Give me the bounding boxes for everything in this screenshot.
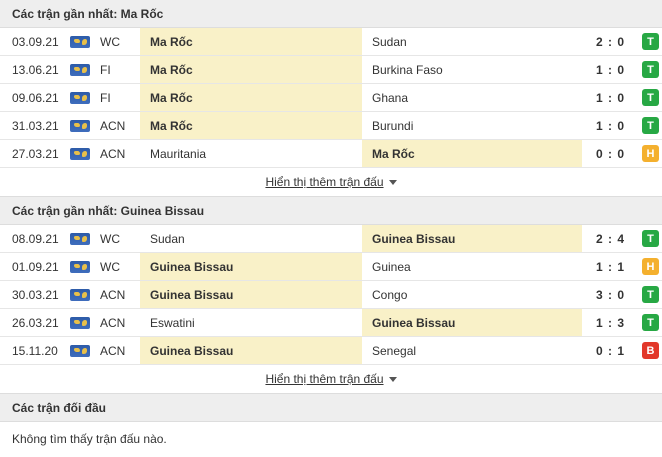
head-to-head-section: Các trận đối đầu Không tìm thấy trận đấu…	[0, 394, 662, 456]
caret-down-icon	[388, 179, 397, 185]
home-team[interactable]: Guinea Bissau	[140, 281, 362, 308]
home-team[interactable]: Ma Rốc	[140, 112, 362, 139]
match-score[interactable]: 1 : 1	[582, 260, 639, 274]
match-score[interactable]: 1 : 0	[582, 63, 639, 77]
competition-code[interactable]: WC	[100, 35, 140, 49]
competition-code[interactable]: FI	[100, 63, 140, 77]
world-flag-icon	[70, 91, 90, 104]
competition-code[interactable]: ACN	[100, 119, 140, 133]
result-badge: T	[642, 61, 659, 78]
away-team[interactable]: Guinea Bissau	[362, 225, 582, 252]
away-team[interactable]: Guinea	[362, 253, 582, 280]
match-date: 03.09.21	[12, 34, 59, 49]
home-team[interactable]: Ma Rốc	[140, 84, 362, 111]
recent-matches-section: Các trận gần nhất: Ma Rốc 03.09.21 WC Ma Rố…	[0, 0, 662, 197]
recent-matches-section: Các trận gần nhất: Guinea Bissau 08.09.21…	[0, 197, 662, 394]
world-flag-icon	[70, 288, 90, 301]
match-date: 13.06.21	[12, 62, 59, 77]
away-team[interactable]: Guinea Bissau	[362, 309, 582, 336]
match-score[interactable]: 1 : 0	[582, 119, 639, 133]
result-badge: T	[642, 230, 659, 247]
match-date: 15.11.20	[12, 343, 58, 358]
away-team[interactable]: Congo	[362, 281, 582, 308]
away-team[interactable]: Burundi	[362, 112, 582, 139]
match-date: 26.03.21	[12, 315, 59, 330]
competition-code[interactable]: ACN	[100, 288, 140, 302]
match-row[interactable]: 30.03.21 ACN Guinea Bissau Congo 3 : 0T	[0, 281, 662, 309]
home-team[interactable]: Ma Rốc	[140, 56, 362, 83]
match-row[interactable]: 01.09.21 WC Guinea Bissau Guinea 1 : 1H	[0, 253, 662, 281]
match-date: 27.03.21	[12, 146, 59, 161]
match-row[interactable]: 26.03.21 ACN Eswatini Guinea Bissau 1 : 3T	[0, 309, 662, 337]
result-badge: H	[642, 145, 659, 162]
competition-code[interactable]: WC	[100, 232, 140, 246]
result-badge: T	[642, 33, 659, 50]
match-score[interactable]: 3 : 0	[582, 288, 639, 302]
result-badge: T	[642, 314, 659, 331]
match-score[interactable]: 1 : 3	[582, 316, 639, 330]
home-team[interactable]: Ma Rốc	[140, 28, 362, 55]
match-row[interactable]: 15.11.20 ACN Guinea Bissau Senegal 0 : 1B	[0, 337, 662, 365]
show-more-label: Hiển thị thêm trận đấu	[265, 372, 384, 386]
match-row[interactable]: 09.06.21 FI Ma Rốc Ghana 1 : 0T	[0, 84, 662, 112]
match-date: 30.03.21	[12, 287, 59, 302]
match-date: 01.09.21	[12, 259, 59, 274]
competition-code[interactable]: FI	[100, 91, 140, 105]
show-more-label: Hiển thị thêm trận đấu	[265, 175, 384, 189]
match-score[interactable]: 2 : 4	[582, 232, 639, 246]
section-title: Các trận gần nhất: Guinea Bissau	[0, 197, 662, 225]
world-flag-icon	[70, 35, 90, 48]
match-date: 31.03.21	[12, 118, 59, 133]
match-date: 08.09.21	[12, 231, 59, 246]
result-badge: T	[642, 89, 659, 106]
world-flag-icon	[70, 147, 90, 160]
show-more-row: Hiển thị thêm trận đấu	[0, 365, 662, 394]
empty-message: Không tìm thấy trận đấu nào.	[12, 432, 167, 446]
world-flag-icon	[70, 63, 90, 76]
recent-matches-sections: Các trận gần nhất: Ma Rốc 03.09.21 WC Ma Rố…	[0, 0, 662, 394]
away-team[interactable]: Burkina Faso	[362, 56, 582, 83]
world-flag-icon	[70, 232, 90, 245]
away-team[interactable]: Sudan	[362, 28, 582, 55]
match-score[interactable]: 1 : 0	[582, 91, 639, 105]
result-badge: H	[642, 258, 659, 275]
result-badge: T	[642, 286, 659, 303]
competition-code[interactable]: ACN	[100, 147, 140, 161]
world-flag-icon	[70, 316, 90, 329]
away-team[interactable]: Senegal	[362, 337, 582, 364]
competition-code[interactable]: ACN	[100, 316, 140, 330]
competition-code[interactable]: WC	[100, 260, 140, 274]
away-team[interactable]: Ma Rốc	[362, 140, 582, 167]
home-team[interactable]: Guinea Bissau	[140, 253, 362, 280]
match-score[interactable]: 0 : 0	[582, 147, 639, 161]
match-score[interactable]: 2 : 0	[582, 35, 639, 49]
home-team[interactable]: Sudan	[140, 225, 362, 252]
result-badge: T	[642, 117, 659, 134]
world-flag-icon	[70, 344, 90, 357]
result-badge: B	[642, 342, 659, 359]
show-more-link[interactable]: Hiển thị thêm trận đấu	[265, 175, 397, 189]
world-flag-icon	[70, 260, 90, 273]
away-team[interactable]: Ghana	[362, 84, 582, 111]
match-date: 09.06.21	[12, 90, 59, 105]
section-title: Các trận gần nhất: Ma Rốc	[0, 0, 662, 28]
section-title-h2h: Các trận đối đầu	[0, 394, 662, 422]
home-team[interactable]: Mauritania	[140, 140, 362, 167]
match-row[interactable]: 31.03.21 ACN Ma Rốc Burundi 1 : 0T	[0, 112, 662, 140]
show-more-link[interactable]: Hiển thị thêm trận đấu	[265, 372, 397, 386]
show-more-row: Hiển thị thêm trận đấu	[0, 168, 662, 197]
match-row[interactable]: 13.06.21 FI Ma Rốc Burkina Faso 1 : 0T	[0, 56, 662, 84]
match-row[interactable]: 03.09.21 WC Ma Rốc Sudan 2 : 0T	[0, 28, 662, 56]
match-row[interactable]: 08.09.21 WC Sudan Guinea Bissau 2 : 4T	[0, 225, 662, 253]
home-team[interactable]: Eswatini	[140, 309, 362, 336]
world-flag-icon	[70, 119, 90, 132]
home-team[interactable]: Guinea Bissau	[140, 337, 362, 364]
caret-down-icon	[388, 376, 397, 382]
matches-panel: Các trận gần nhất: Ma Rốc 03.09.21 WC Ma Rố…	[0, 0, 662, 457]
competition-code[interactable]: ACN	[100, 344, 140, 358]
match-row[interactable]: 27.03.21 ACN Mauritania Ma Rốc 0 : 0H	[0, 140, 662, 168]
match-score[interactable]: 0 : 1	[582, 344, 639, 358]
